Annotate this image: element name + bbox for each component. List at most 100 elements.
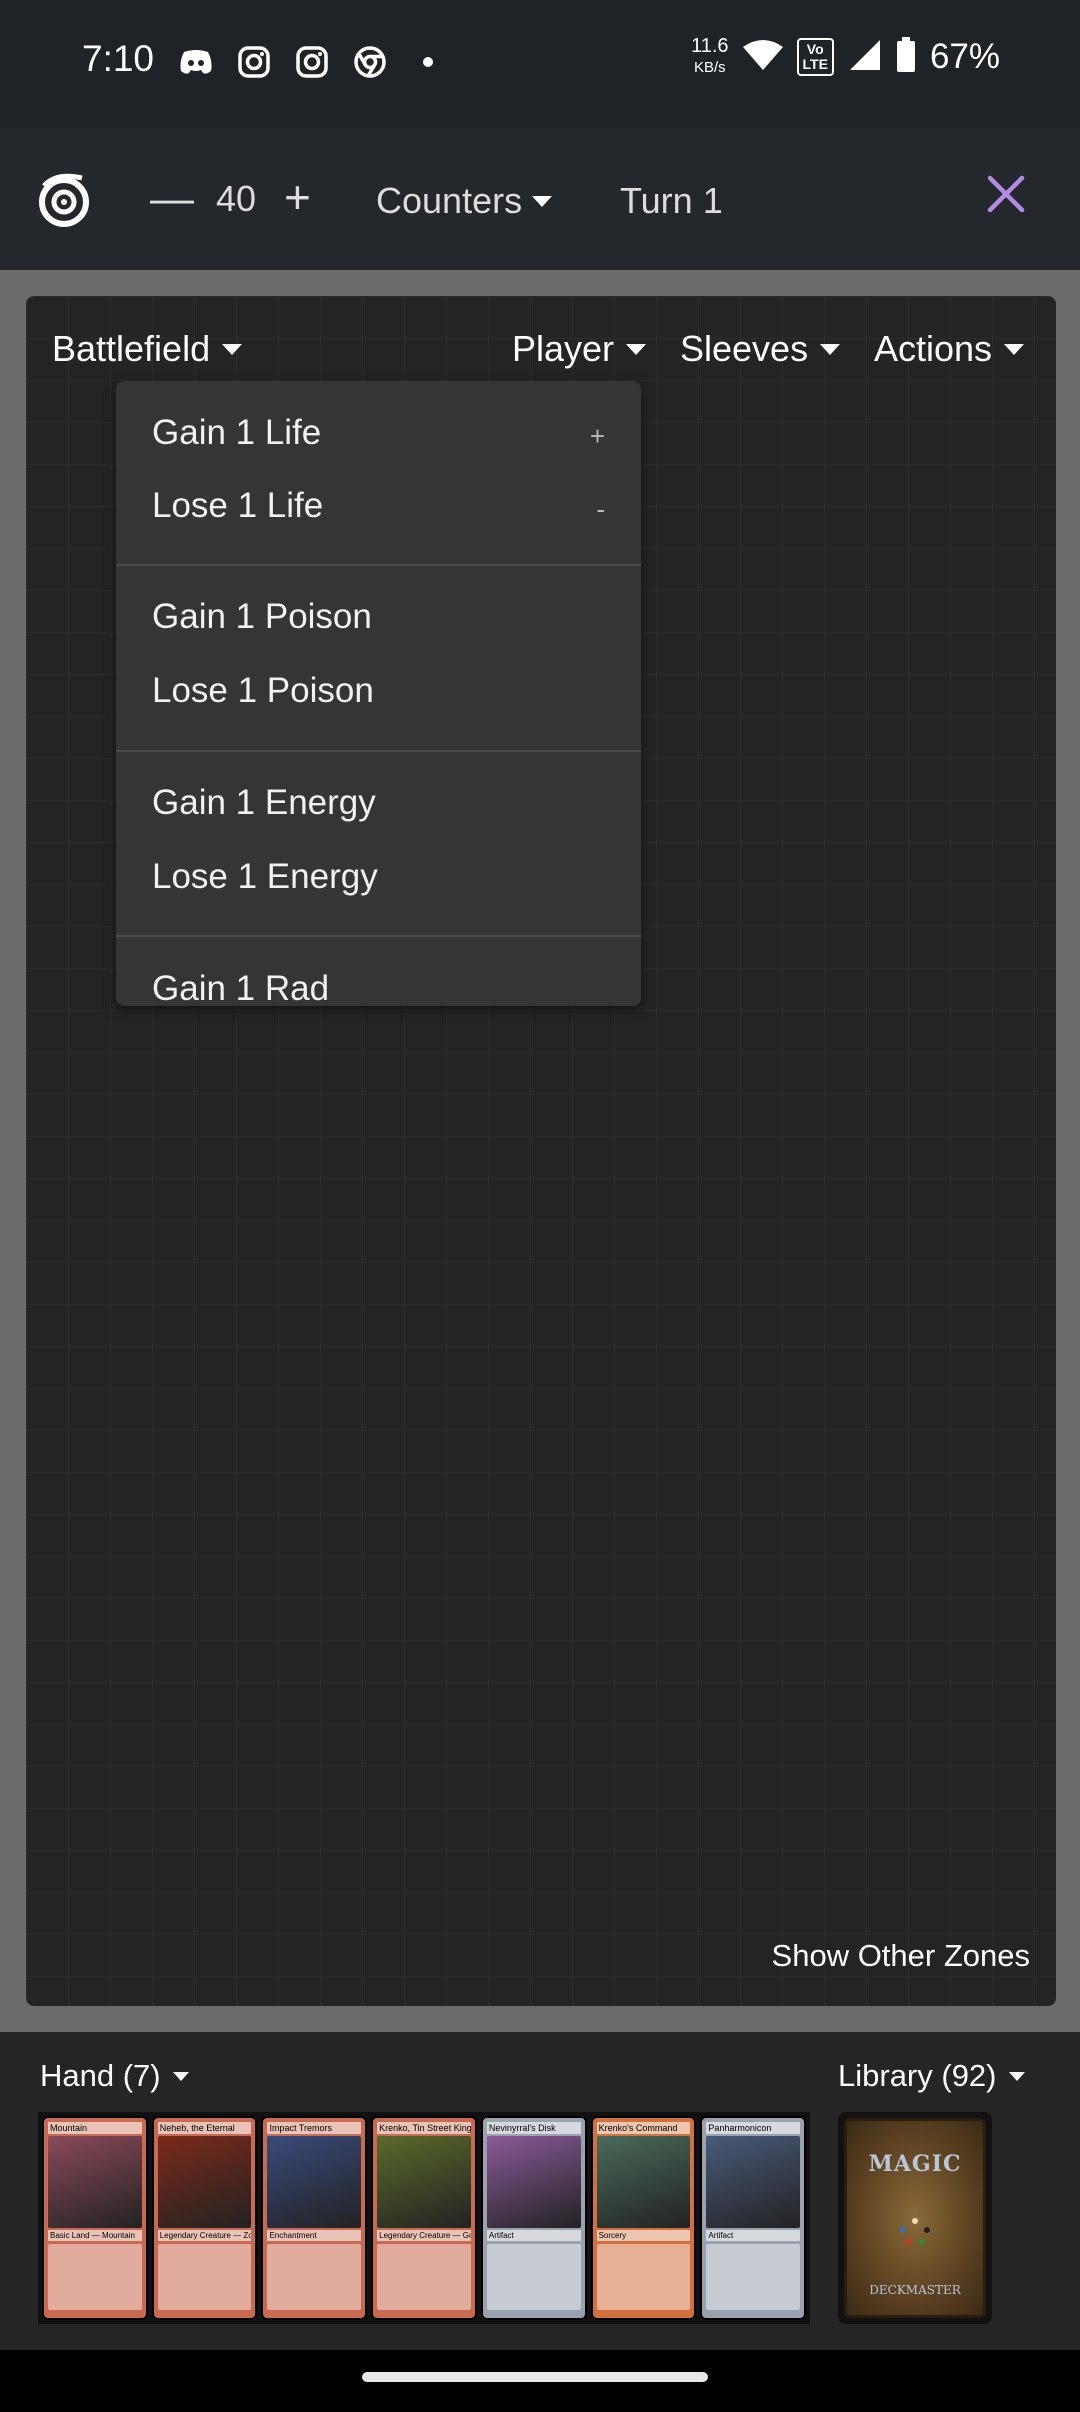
- clock: 7:10: [82, 38, 155, 79]
- mana-gems-icon: [900, 2218, 930, 2245]
- zone-label: Battlefield: [52, 328, 211, 369]
- card-type-line: Sorcery: [596, 2230, 691, 2241]
- battery-percent: 67%: [929, 37, 1000, 76]
- system-status: 11.6 KB/s Vo LTE 67%: [691, 36, 1000, 78]
- caret-down-icon: [532, 195, 553, 207]
- menu-divider: [116, 564, 641, 566]
- sleeves-menu-label: Sleeves: [680, 328, 809, 369]
- card-text-box: [48, 2244, 142, 2310]
- menu-item-lose-energy[interactable]: Lose 1 Energy: [152, 857, 378, 897]
- wifi-icon: [742, 39, 783, 76]
- library-dropdown[interactable]: Library (92): [838, 2058, 1025, 2094]
- caret-down-icon: [1004, 343, 1025, 355]
- card-art: [267, 2136, 362, 2228]
- card-text-box: [596, 2244, 691, 2310]
- actions-menu[interactable]: Actions: [874, 328, 1025, 370]
- turn-indicator[interactable]: Turn 1: [620, 180, 723, 222]
- zone-select-dropdown[interactable]: Battlefield: [52, 328, 243, 370]
- hand-card[interactable]: Neheb, the Eternal Legendary Creature — Z…: [151, 2116, 258, 2320]
- counters-label: Counters: [376, 180, 523, 221]
- library-pile[interactable]: MAGIC DECKMASTER: [838, 2112, 992, 2324]
- caret-down-icon: [172, 2071, 189, 2081]
- card-name: Neheb, the Eternal: [157, 2122, 252, 2134]
- card-text-box: [377, 2244, 471, 2310]
- menu-item-gain-poison[interactable]: Gain 1 Poison: [152, 597, 372, 637]
- show-other-zones-button[interactable]: Show Other Zones: [772, 1938, 1030, 1974]
- card-type-line: Legendary Creature — Zombie Minotaur: [157, 2230, 252, 2241]
- hand-card[interactable]: Krenko, Tin Street Kingpin Legendary Crea…: [371, 2116, 477, 2320]
- hand-label: Hand (7): [40, 2058, 161, 2093]
- close-icon[interactable]: [984, 172, 1028, 216]
- card-name: Mountain: [48, 2122, 142, 2134]
- sleeves-menu[interactable]: Sleeves: [680, 328, 841, 370]
- caret-down-icon: [820, 343, 841, 355]
- battery-icon: [896, 36, 916, 78]
- caret-down-icon: [1008, 2071, 1025, 2081]
- card-name: Krenko's Command: [596, 2122, 691, 2134]
- network-speed: 11.6 KB/s: [691, 35, 729, 77]
- card-art: [377, 2136, 471, 2228]
- library-label: Library (92): [838, 2058, 997, 2093]
- card-back-title: MAGIC: [868, 2151, 962, 2177]
- status-bar: 7:10 11.6 KB/s Vo LTE 67%: [0, 0, 1080, 128]
- card-text-box: [706, 2244, 801, 2310]
- card-art: [486, 2136, 581, 2228]
- card-back-subtitle: DECKMASTER: [869, 2283, 961, 2297]
- app-logo-icon[interactable]: [36, 172, 92, 228]
- instagram-icon: [294, 44, 330, 80]
- hand-card[interactable]: Nevinyrral's Disk Artifact: [480, 2116, 587, 2320]
- card-text-box: [157, 2244, 252, 2310]
- card-type-line: Artifact: [706, 2230, 801, 2241]
- increase-life-button[interactable]: +: [284, 170, 311, 224]
- hand-card[interactable]: Impact Tremors Enchantment: [261, 2116, 368, 2320]
- shortcut-minus: -: [596, 494, 605, 524]
- player-menu-label: Player: [512, 328, 615, 369]
- counters-dropdown[interactable]: Counters: [376, 180, 553, 222]
- discord-icon: [178, 44, 214, 80]
- menu-item-gain-life[interactable]: Gain 1 Life: [152, 413, 321, 453]
- volte-badge: Vo LTE: [796, 38, 834, 76]
- card-art: [596, 2136, 691, 2228]
- decrease-life-button[interactable]: —: [150, 174, 194, 224]
- card-name: Impact Tremors: [267, 2122, 362, 2134]
- card-type-line: Artifact: [486, 2230, 581, 2241]
- menu-divider: [116, 750, 641, 752]
- menu-item-gain-rad[interactable]: Gain 1 Rad: [152, 969, 329, 1006]
- home-gesture-handle[interactable]: [362, 2372, 708, 2382]
- card-type-line: Enchantment: [267, 2230, 362, 2241]
- card-name: Nevinyrral's Disk: [486, 2122, 581, 2134]
- life-total: 40: [216, 178, 257, 219]
- hand-library-panel: Hand (7) Library (92) Mountain Basic Land…: [0, 2032, 1080, 2350]
- dot-icon: [410, 44, 446, 80]
- card-name: Krenko, Tin Street Kingpin: [377, 2122, 471, 2134]
- player-menu[interactable]: Player: [512, 328, 647, 370]
- chrome-icon: [352, 44, 388, 80]
- menu-item-lose-life[interactable]: Lose 1 Life: [152, 486, 323, 526]
- hand-card[interactable]: Mountain Basic Land — Mountain: [42, 2116, 148, 2320]
- card-type-line: Basic Land — Mountain: [48, 2230, 142, 2241]
- card-type-line: Legendary Creature — Goblin: [377, 2230, 471, 2241]
- game-toolbar: — 40 + Counters Turn 1: [0, 128, 1080, 270]
- instagram-icon: [236, 44, 272, 80]
- caret-down-icon: [222, 343, 243, 355]
- hand-card[interactable]: Panharmonicon Artifact: [700, 2116, 807, 2320]
- card-text-box: [267, 2244, 362, 2310]
- hand-card[interactable]: Krenko's Command Sorcery: [590, 2116, 697, 2320]
- notification-icons: [178, 44, 446, 80]
- hand-dropdown[interactable]: Hand (7): [40, 2058, 189, 2094]
- card-art: [157, 2136, 252, 2228]
- card-name: Panharmonicon: [706, 2122, 801, 2134]
- menu-item-gain-energy[interactable]: Gain 1 Energy: [152, 783, 376, 823]
- card-art: [48, 2136, 142, 2228]
- menu-divider: [116, 935, 641, 937]
- card-text-box: [486, 2244, 581, 2310]
- signal-icon: [848, 38, 882, 77]
- player-actions-dropdown: Gain 1 Life + Lose 1 Life - Gain 1 Poiso…: [116, 381, 641, 1006]
- menu-item-lose-poison[interactable]: Lose 1 Poison: [152, 671, 374, 711]
- card-back: MAGIC DECKMASTER: [844, 2118, 986, 2318]
- actions-menu-label: Actions: [874, 328, 993, 369]
- hand-cards: Mountain Basic Land — Mountain Neheb, the …: [38, 2112, 810, 2324]
- caret-down-icon: [626, 343, 647, 355]
- shortcut-plus: +: [589, 421, 605, 451]
- system-navigation-bar: [0, 2350, 1080, 2412]
